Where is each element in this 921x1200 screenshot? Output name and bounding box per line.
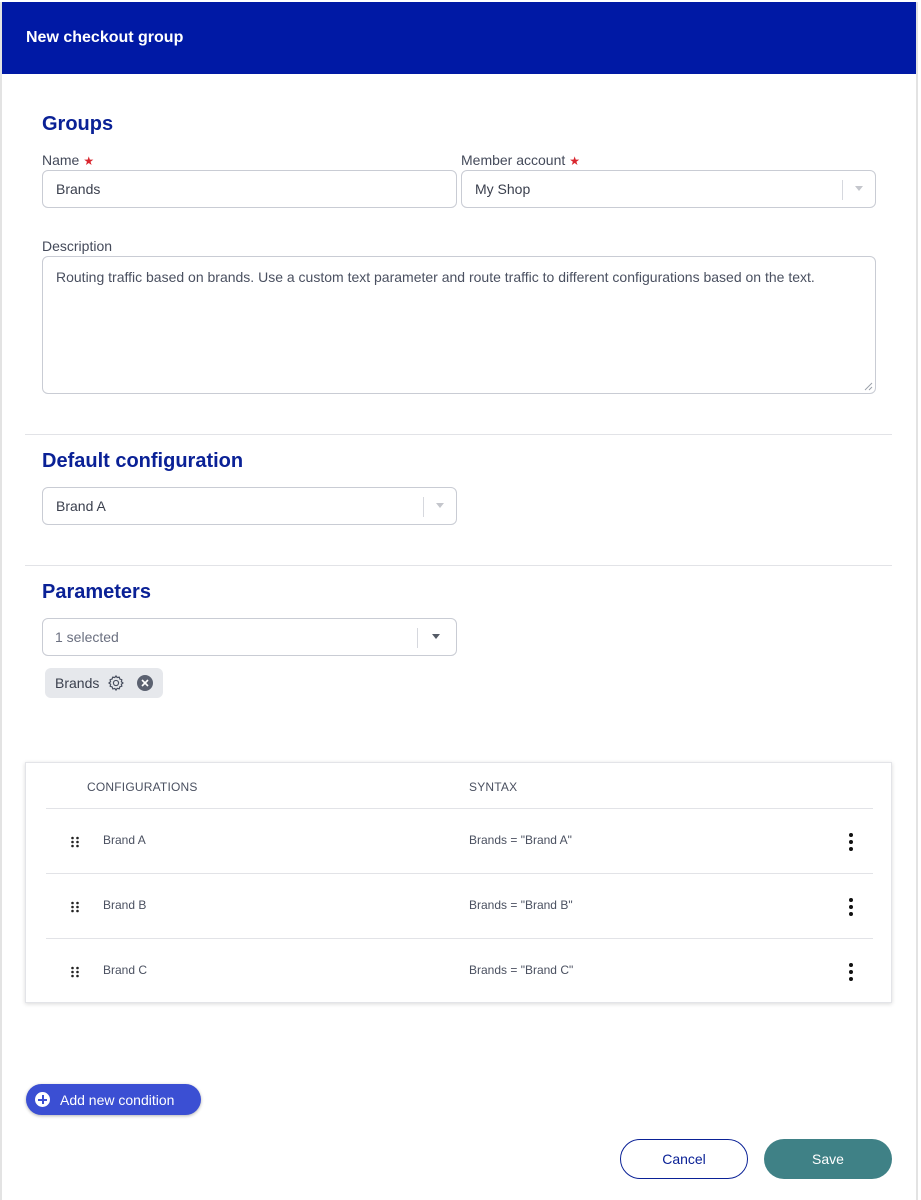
plus-circle-icon [35, 1092, 50, 1107]
parameter-chip-brands: Brands [45, 668, 163, 698]
select-separator [423, 497, 424, 517]
dialog-title: New checkout group [26, 29, 184, 46]
dialog-header: New checkout group [2, 2, 916, 74]
chevron-down-icon[interactable] [855, 186, 863, 191]
select-separator [842, 180, 843, 200]
gear-icon[interactable] [107, 674, 125, 692]
row-syntax: Brands = "Brand A" [469, 833, 572, 847]
chevron-down-icon[interactable] [432, 634, 440, 639]
description-label: Description [42, 238, 113, 254]
cancel-button[interactable]: Cancel [620, 1139, 748, 1179]
parameter-chip-label: Brands [55, 675, 100, 691]
row-config-name: Brand C [103, 963, 148, 977]
member-account-label-text: Member account [461, 152, 566, 168]
more-options-icon[interactable] [843, 962, 859, 982]
drag-handle-icon[interactable] [70, 836, 80, 848]
save-button[interactable]: Save [764, 1139, 892, 1179]
member-account-label: Member account ★ [461, 152, 580, 168]
more-options-icon[interactable] [843, 832, 859, 852]
table-row: Brand B Brands = "Brand B" [46, 873, 873, 938]
drag-handle-icon[interactable] [70, 966, 80, 978]
name-label: Name ★ [42, 152, 94, 168]
add-new-condition-label: Add new condition [60, 1091, 175, 1108]
description-value: Routing traffic based on brands. Use a c… [56, 269, 815, 285]
member-account-select[interactable]: My Shop [461, 170, 876, 208]
select-separator [417, 628, 418, 648]
drag-handle-icon[interactable] [70, 901, 80, 913]
column-header-syntax: SYNTAX [469, 780, 518, 794]
table-row: Brand C Brands = "Brand C" [46, 938, 873, 1003]
default-config-select[interactable]: Brand A [42, 487, 457, 525]
resize-handle-icon[interactable] [864, 382, 873, 391]
row-syntax: Brands = "Brand C" [469, 963, 574, 977]
table-row: Brand A Brands = "Brand A" [46, 808, 873, 873]
groups-section-title: Groups [42, 113, 114, 135]
remove-chip-icon[interactable] [137, 675, 153, 691]
row-config-name: Brand B [103, 898, 147, 912]
description-textarea[interactable]: Routing traffic based on brands. Use a c… [42, 256, 876, 394]
section-divider [25, 434, 892, 435]
required-star-icon: ★ [569, 154, 581, 168]
configurations-table: CONFIGURATIONS SYNTAX Brand A Brands = "… [25, 762, 892, 1003]
required-star-icon: ★ [83, 154, 95, 168]
frame-left-border [0, 2, 2, 1200]
frame-right-border [916, 2, 918, 1200]
column-header-configurations: CONFIGURATIONS [87, 780, 198, 794]
row-config-name: Brand A [103, 833, 146, 847]
name-input-value: Brands [56, 181, 101, 197]
member-account-value: My Shop [475, 181, 531, 197]
default-config-section-title: Default configuration [42, 450, 244, 472]
chevron-down-icon[interactable] [436, 503, 444, 508]
default-config-value: Brand A [56, 498, 106, 514]
name-label-text: Name [42, 152, 80, 168]
parameters-multiselect[interactable]: 1 selected [42, 618, 457, 656]
name-input[interactable]: Brands [42, 170, 457, 208]
row-syntax: Brands = "Brand B" [469, 898, 573, 912]
more-options-icon[interactable] [843, 897, 859, 917]
section-divider [25, 565, 892, 566]
parameters-select-value: 1 selected [55, 629, 119, 645]
parameters-section-title: Parameters [42, 581, 151, 603]
add-new-condition-button[interactable]: Add new condition [26, 1084, 201, 1115]
